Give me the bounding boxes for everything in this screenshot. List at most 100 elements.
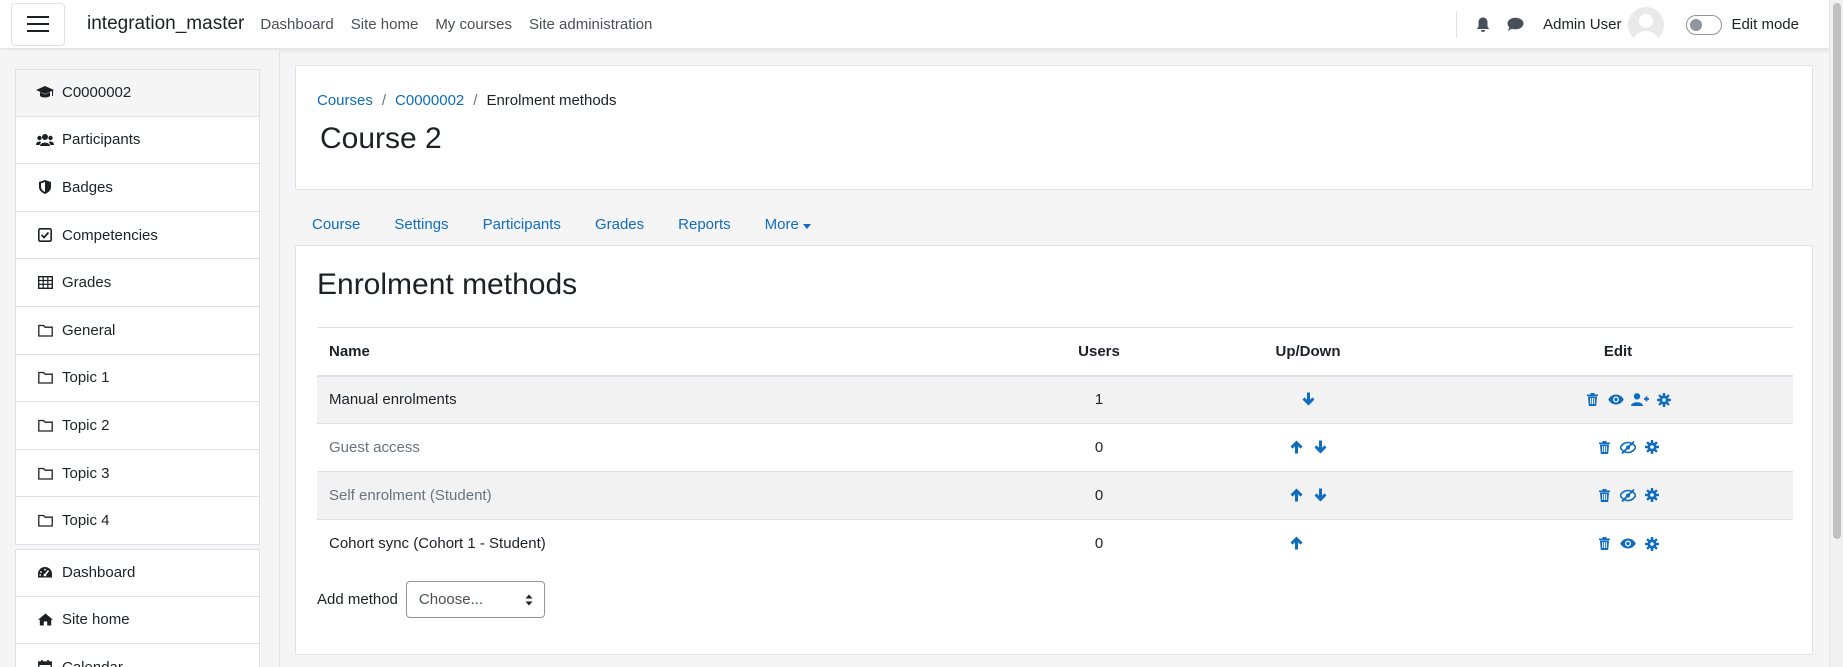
- bell-icon: [1476, 17, 1490, 32]
- show-button[interactable]: [1616, 485, 1640, 505]
- hide-button[interactable]: [1604, 390, 1628, 410]
- notifications-button[interactable]: [1472, 14, 1494, 36]
- folder-icon: [37, 467, 53, 480]
- table-row: Guest access 0: [317, 423, 1793, 472]
- drawer-item-grades[interactable]: Grades: [15, 259, 260, 307]
- breadcrumb-course[interactable]: C0000002: [395, 92, 464, 109]
- edit-mode-label: Edit mode: [1731, 16, 1799, 33]
- tab-more[interactable]: More: [748, 204, 828, 244]
- tab-participants[interactable]: Participants: [466, 204, 578, 244]
- add-method-select[interactable]: Choose...: [405, 581, 545, 618]
- eye-icon: [1608, 394, 1624, 405]
- method-users: 1: [1025, 375, 1173, 424]
- tab-more-label: More: [764, 216, 799, 233]
- drawer-item-topic-1[interactable]: Topic 1: [15, 354, 260, 403]
- delete-button[interactable]: [1592, 534, 1616, 554]
- avatar[interactable]: [1628, 6, 1665, 43]
- messages-button[interactable]: [1504, 14, 1526, 36]
- settings-button[interactable]: [1640, 437, 1664, 457]
- table-row: Manual enrolments 1: [317, 375, 1793, 424]
- eye-icon: [1620, 538, 1636, 549]
- nav-site-administration[interactable]: Site administration: [529, 16, 652, 33]
- drawer-toggle-button[interactable]: [11, 2, 65, 46]
- drawer-item-topic-4[interactable]: Topic 4: [15, 497, 260, 545]
- page-title: Course 2: [320, 122, 442, 155]
- move-down-button[interactable]: [1308, 485, 1332, 505]
- arrow-up-icon: [1290, 488, 1302, 502]
- breadcrumb-courses[interactable]: Courses: [317, 92, 373, 109]
- add-method-label: Add method: [317, 591, 398, 608]
- enrol-users-button[interactable]: [1628, 390, 1652, 410]
- edit-mode-toggle[interactable]: [1686, 14, 1723, 35]
- secondary-navigation: Course Settings Participants Grades Repo…: [295, 204, 828, 244]
- table-row: Cohort sync (Cohort 1 - Student) 0: [317, 519, 1793, 568]
- tab-settings[interactable]: Settings: [377, 204, 465, 244]
- trash-icon: [1598, 488, 1610, 502]
- drawer-item-label: Badges: [62, 178, 113, 196]
- nav-site-home[interactable]: Site home: [351, 16, 419, 33]
- course-index-drawer: C0000002 Participants Badges Competencie…: [0, 50, 280, 667]
- site-brand[interactable]: integration_master: [87, 13, 244, 35]
- arrow-down-icon: [1302, 392, 1314, 406]
- drawer-item-topic-2[interactable]: Topic 2: [15, 402, 260, 450]
- updown-cell: [1173, 471, 1443, 520]
- nav-my-courses[interactable]: My courses: [435, 16, 512, 33]
- column-header-users: Users: [1025, 327, 1173, 377]
- drawer-item-label: Topic 1: [62, 369, 110, 387]
- show-button[interactable]: [1616, 437, 1640, 457]
- delete-button[interactable]: [1592, 485, 1616, 505]
- tab-grades[interactable]: Grades: [578, 204, 661, 244]
- course-menu: C0000002 Participants Badges Competencie…: [15, 69, 260, 545]
- edit-cell: [1443, 423, 1793, 472]
- settings-button[interactable]: [1640, 534, 1664, 554]
- drawer-item-site-home[interactable]: Site home: [15, 596, 260, 645]
- eye-slash-icon: [1620, 440, 1636, 454]
- trash-icon: [1586, 393, 1598, 406]
- method-name: Self enrolment (Student): [317, 471, 1025, 520]
- column-header-name: Name: [317, 327, 1025, 377]
- arrow-up-icon: [1290, 536, 1302, 550]
- move-up-button[interactable]: [1284, 485, 1308, 505]
- page-scrollbar[interactable]: [1829, 0, 1843, 667]
- drawer-item-label: Topic 3: [62, 464, 110, 482]
- tab-course[interactable]: Course: [295, 204, 377, 244]
- drawer-item-topic-3[interactable]: Topic 3: [15, 449, 260, 498]
- nav-dashboard[interactable]: Dashboard: [260, 16, 333, 33]
- drawer-item-badges[interactable]: Badges: [15, 164, 260, 212]
- tab-reports[interactable]: Reports: [661, 204, 748, 244]
- settings-button[interactable]: [1652, 390, 1676, 410]
- method-users: 0: [1025, 423, 1173, 472]
- breadcrumb-separator: /: [381, 92, 387, 109]
- gear-icon: [1645, 488, 1659, 503]
- delete-button[interactable]: [1580, 390, 1604, 410]
- navbar-divider: [1456, 11, 1458, 38]
- table-header-row: Name Users Up/Down Edit: [317, 327, 1793, 377]
- add-method-selected-value: Choose...: [418, 591, 484, 608]
- user-name[interactable]: Admin User: [1543, 16, 1621, 33]
- main-content: Enrolment methods Name Users Up/Down Edi…: [295, 245, 1813, 655]
- drawer-item-label: Site home: [62, 611, 130, 629]
- drawer-item-dashboard[interactable]: Dashboard: [15, 549, 260, 597]
- tachometer-icon: [38, 567, 52, 578]
- column-header-edit: Edit: [1443, 327, 1793, 377]
- updown-cell: [1173, 423, 1443, 472]
- move-up-button[interactable]: [1284, 533, 1308, 553]
- drawer-item-participants[interactable]: Participants: [15, 116, 260, 165]
- settings-button[interactable]: [1640, 485, 1664, 505]
- scrollbar-thumb[interactable]: [1833, 3, 1841, 539]
- chat-bubble-icon: [1507, 17, 1524, 31]
- drawer-item-general[interactable]: General: [15, 306, 260, 355]
- drawer-item-competencies[interactable]: Competencies: [15, 211, 260, 260]
- eye-slash-icon: [1620, 488, 1636, 502]
- drawer-item-label: Competencies: [62, 226, 158, 244]
- move-down-button[interactable]: [1308, 437, 1332, 457]
- move-down-button[interactable]: [1296, 389, 1320, 409]
- drawer-item-calendar[interactable]: Calendar: [15, 644, 260, 667]
- delete-button[interactable]: [1592, 437, 1616, 457]
- hide-button[interactable]: [1616, 534, 1640, 554]
- column-header-updown: Up/Down: [1173, 327, 1443, 377]
- move-up-button[interactable]: [1284, 437, 1308, 457]
- updown-cell: [1173, 519, 1443, 568]
- drawer-item-course[interactable]: C0000002: [15, 69, 260, 117]
- method-users: 0: [1025, 471, 1173, 520]
